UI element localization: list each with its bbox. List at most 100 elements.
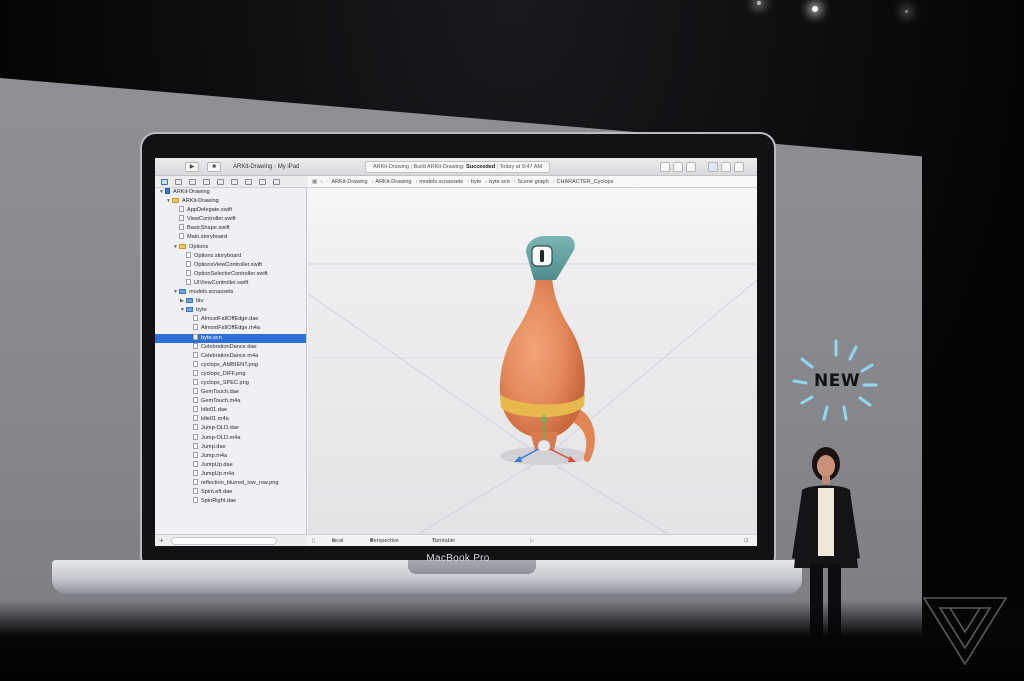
inspector-toggle-button[interactable] bbox=[734, 162, 744, 172]
navigator-row[interactable]: byte.scn bbox=[155, 333, 306, 343]
navigator-row[interactable]: ▼ ARKit-Drawing bbox=[155, 188, 306, 197]
breadcrumb-item[interactable]: ARKit-Drawing bbox=[331, 176, 367, 187]
issue-navigator-tab[interactable] bbox=[217, 179, 224, 185]
navigator-row[interactable]: OptionSelectorController.swift bbox=[155, 269, 306, 279]
fullscreen-icon[interactable]: ⊡ bbox=[744, 535, 749, 546]
navigator-row-label: Options bbox=[189, 243, 209, 250]
editor-assistant-button[interactable] bbox=[673, 162, 683, 172]
navigator-row[interactable]: Options.storyboard bbox=[155, 251, 306, 261]
editor-standard-button[interactable] bbox=[660, 162, 670, 172]
navigator-row[interactable]: GemTouch.m4a bbox=[155, 397, 306, 406]
navigator-row-label: AlmostFallOffEdge.dae bbox=[201, 316, 259, 323]
navigator-row[interactable]: GemTouch.dae bbox=[155, 388, 306, 397]
breadcrumb-item[interactable]: byte bbox=[471, 176, 481, 187]
navigator-row[interactable]: Main.storyboard bbox=[155, 233, 306, 242]
navigator-row-label: Main.storyboard bbox=[187, 234, 228, 241]
navigator-row[interactable]: Jump-OLD.m4a bbox=[155, 433, 306, 443]
navigator-toggle-button[interactable] bbox=[708, 162, 718, 172]
run-button[interactable]: ▶ bbox=[185, 162, 199, 172]
file-icon bbox=[193, 442, 198, 449]
status-build-result: Succeeded bbox=[466, 164, 496, 170]
navigator-row[interactable]: Jump-OLD.dae bbox=[155, 424, 306, 433]
scheme-selector[interactable]: ARKit-Drawing › My iPad bbox=[233, 162, 299, 172]
stage-light bbox=[905, 10, 908, 13]
test-navigator-tab[interactable] bbox=[231, 179, 238, 185]
navigator-row[interactable]: AppDelegate.swift bbox=[155, 206, 306, 215]
navigator-row[interactable]: Idle01.dae bbox=[155, 406, 306, 415]
navigator-row[interactable]: cyclops_SPEC.png bbox=[155, 378, 306, 388]
file-icon bbox=[193, 378, 198, 385]
file-icon bbox=[193, 433, 198, 440]
navigator-row-label: CelebrationDance.m4a bbox=[201, 352, 259, 359]
filter-field[interactable] bbox=[171, 537, 277, 545]
report-navigator-tab[interactable] bbox=[273, 179, 280, 185]
related-items-icon[interactable]: ▦ bbox=[312, 176, 317, 187]
navigator-row-label: JumpUp.dae bbox=[201, 461, 233, 468]
navigator-row[interactable]: BasicShape.swift bbox=[155, 224, 306, 233]
debug-toggle-button[interactable] bbox=[721, 162, 731, 172]
symbol-navigator-tab[interactable] bbox=[189, 179, 196, 185]
add-icon[interactable]: + bbox=[159, 536, 164, 545]
navigator-row[interactable]: AlmostFallOffEdge.m4a bbox=[155, 324, 306, 333]
navigator-row-label: cyclops_AMBIENT.png bbox=[201, 361, 258, 368]
navigator-row-label: ARKit-Drawing bbox=[182, 198, 219, 205]
coordinate-space-select[interactable]: ⊹ local ◊ bbox=[332, 535, 343, 546]
navigator-row-label: byte.scn bbox=[201, 334, 222, 341]
navigator-row-label: models.scnassets bbox=[189, 289, 234, 296]
file-icon bbox=[193, 397, 198, 404]
navigator-row[interactable]: SpinRight.dae bbox=[155, 497, 306, 506]
breadcrumb-item[interactable]: byte.scn bbox=[489, 176, 509, 187]
project-navigator: ▼ ARKit-Drawing ▼ ARKit-Drawing AppDelegate.… bbox=[155, 188, 307, 534]
navigator-row-label: cyclops_SPEC.png bbox=[201, 379, 249, 386]
navigator-row[interactable]: SpinLeft.dae bbox=[155, 488, 306, 497]
find-navigator-tab[interactable] bbox=[203, 179, 210, 185]
navigator-row[interactable]: cyclops_DIFF.png bbox=[155, 369, 306, 379]
navigator-row-label: cyclops_DIFF.png bbox=[201, 370, 246, 377]
navigator-row[interactable]: JumpUp.m4a bbox=[155, 469, 306, 479]
editor-version-button[interactable] bbox=[686, 162, 696, 172]
source-control-tab[interactable] bbox=[175, 179, 182, 185]
file-icon bbox=[186, 251, 191, 258]
breakpoint-navigator-tab[interactable] bbox=[259, 179, 266, 185]
play-scene-icon[interactable]: ▷ bbox=[530, 535, 534, 546]
camera-select[interactable]: ■ Perspective ◊ bbox=[370, 535, 399, 546]
navigator-row[interactable]: OptionsViewController.swift bbox=[155, 260, 306, 270]
stage-light bbox=[757, 1, 761, 5]
navigator-row[interactable]: CelebrationDance.m4a bbox=[155, 351, 306, 361]
navigator-row[interactable]: ▼ byte bbox=[155, 306, 306, 315]
navigator-row-label: blu bbox=[196, 298, 204, 305]
forward-arrow-icon[interactable]: › bbox=[326, 176, 328, 187]
breadcrumb-item[interactable]: CHARACTER_Cyclops bbox=[557, 176, 614, 187]
breadcrumb-item[interactable]: ARKit-Drawing bbox=[375, 176, 411, 187]
navigator-row[interactable]: CelebrationDance.dae bbox=[155, 342, 306, 352]
navigator-row[interactable]: ▶ blu bbox=[155, 297, 306, 306]
stop-button[interactable]: ■ bbox=[207, 162, 221, 172]
navigator-row[interactable]: Jump.m4a bbox=[155, 451, 306, 461]
breadcrumb-item[interactable]: models.scnassets bbox=[419, 176, 463, 187]
navigator-row[interactable]: reflection_blurred_low_row.png bbox=[155, 479, 306, 488]
debug-navigator-tab[interactable] bbox=[245, 179, 252, 185]
sidebar-toggle-icon[interactable]: ▯ bbox=[312, 535, 315, 546]
navigator-row[interactable]: ▼ ARKit-Drawing bbox=[155, 197, 306, 206]
asset-folder-icon bbox=[186, 307, 193, 313]
navigator-row[interactable]: Idle01.m4a bbox=[155, 415, 306, 424]
breadcrumb-item[interactable]: Scene graph bbox=[517, 176, 548, 187]
navigator-row[interactable]: AlmostFallOffEdge.dae bbox=[155, 315, 306, 324]
navigator-row-label: CelebrationDance.dae bbox=[201, 343, 257, 350]
navigator-row[interactable]: UIViewController.swift bbox=[155, 278, 306, 288]
navigator-row[interactable]: ViewController.swift bbox=[155, 215, 306, 224]
character-pupil bbox=[540, 250, 544, 262]
scene-viewport[interactable] bbox=[308, 188, 757, 534]
navigator-row[interactable]: ▼ Options bbox=[155, 243, 306, 252]
project-navigator-tab[interactable] bbox=[161, 179, 168, 185]
navigator-row-label: Jump-OLD.dae bbox=[201, 425, 239, 432]
navigator-row[interactable]: cyclops_AMBIENT.png bbox=[155, 360, 306, 370]
navigator-row[interactable]: ▼ models.scnassets bbox=[155, 288, 306, 297]
navigator-row-label: GemTouch.dae bbox=[201, 389, 239, 396]
back-arrow-icon[interactable]: ‹ bbox=[321, 176, 323, 187]
navigator-row[interactable]: JumpUp.dae bbox=[155, 460, 306, 470]
navigator-row[interactable]: Jump.dae bbox=[155, 442, 306, 452]
file-icon bbox=[186, 278, 191, 285]
file-icon bbox=[193, 469, 198, 476]
navigator-row-label: GemTouch.m4a bbox=[201, 398, 241, 405]
